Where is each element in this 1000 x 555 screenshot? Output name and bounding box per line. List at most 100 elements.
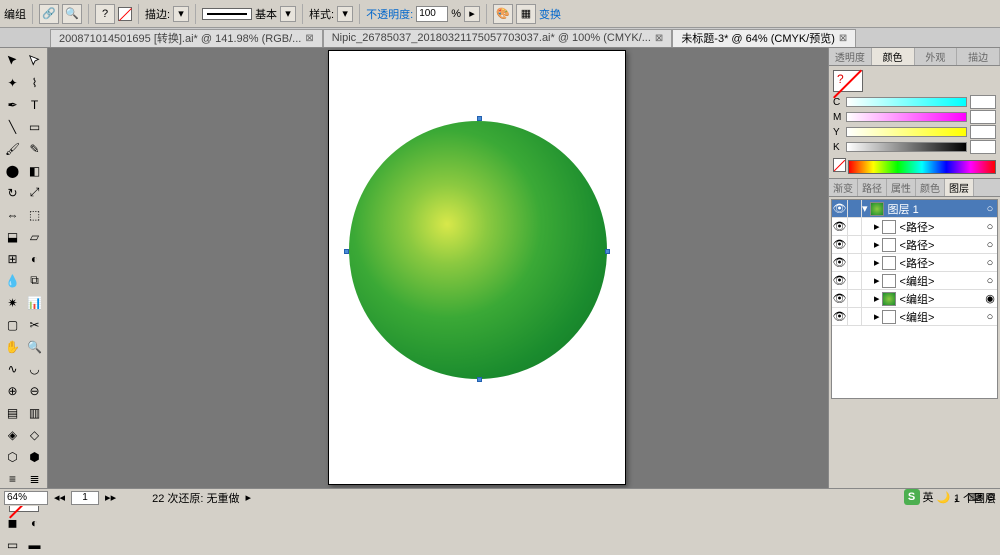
tab-color2[interactable]: 颜色 — [916, 179, 945, 196]
hand-tool[interactable]: ✋ — [2, 336, 23, 357]
target-icon[interactable]: ○ — [983, 239, 997, 251]
target-icon[interactable]: ○ — [983, 203, 997, 215]
visibility-icon[interactable]: 👁 — [832, 272, 848, 289]
tab-appearance[interactable]: 外观 — [915, 48, 958, 65]
tab-gradient[interactable]: 渐变 — [829, 179, 858, 196]
moon-icon[interactable]: 🌙 — [937, 491, 951, 504]
layer-name[interactable]: <编组> — [898, 309, 983, 325]
type-tool[interactable]: T — [24, 94, 45, 115]
misc-tool-5[interactable]: ◈ — [2, 424, 23, 445]
screen-mode-2[interactable]: ▬ — [24, 534, 45, 555]
tab-path[interactable]: 路径 — [858, 179, 887, 196]
doc-tab-2[interactable]: Nipic_26785037_20180321175057703037.ai* … — [323, 29, 673, 47]
slider-c[interactable] — [846, 97, 967, 107]
rotate-tool[interactable]: ↻ — [2, 182, 23, 203]
visibility-icon[interactable]: 👁 — [832, 254, 848, 271]
doc-tab-3[interactable]: 未标题-3* @ 64% (CMYK/预览)⊠ — [672, 29, 856, 47]
misc-tool-9[interactable]: ≡ — [2, 468, 23, 489]
misc-tool-3[interactable]: ▤ — [2, 402, 23, 423]
eraser-tool[interactable]: ◧ — [24, 160, 45, 181]
width-tool[interactable]: ⇔ — [2, 204, 23, 225]
close-icon[interactable]: ⊠ — [305, 33, 313, 44]
disclosure-icon[interactable]: ▸ — [874, 256, 880, 269]
direct-selection-tool[interactable] — [24, 50, 45, 71]
fill-swatch[interactable] — [833, 70, 863, 92]
style-dropdown[interactable]: ▾ — [337, 6, 353, 22]
symbol-sprayer-tool[interactable]: ✷ — [2, 292, 23, 313]
rectangle-tool[interactable]: ▭ — [24, 116, 45, 137]
opacity-input[interactable] — [416, 6, 448, 22]
nav-prev-icon[interactable]: ◂◂ — [54, 491, 65, 504]
paintbrush-tool[interactable]: 🖌 — [2, 138, 23, 159]
lasso-tool[interactable]: ⌇ — [24, 72, 45, 93]
misc-tool-1[interactable]: ⊕ — [2, 380, 23, 401]
mesh-tool[interactable]: ⊞ — [2, 248, 23, 269]
disclosure-icon[interactable]: ▸ — [874, 220, 880, 233]
pencil-tool[interactable]: ✎ — [24, 138, 45, 159]
target-icon[interactable]: ○ — [983, 257, 997, 269]
slider-y[interactable] — [846, 127, 967, 137]
slice-tool[interactable]: ✂ — [24, 314, 45, 335]
nav-arrow-icon[interactable]: ▸ — [246, 491, 252, 504]
perspective-tool[interactable]: ▱ — [24, 226, 45, 247]
target-icon[interactable]: ○ — [983, 221, 997, 233]
stroke-preview[interactable] — [202, 8, 252, 20]
layer-row[interactable]: 👁 ▸ <路径>○ — [832, 254, 997, 272]
shape-builder-tool[interactable]: ⬓ — [2, 226, 23, 247]
disclosure-icon[interactable]: ▾ — [862, 202, 868, 215]
disclosure-icon[interactable]: ▸ — [874, 274, 880, 287]
misc-tool-4[interactable]: ▥ — [24, 402, 45, 423]
misc-tool-10[interactable]: ≣ — [24, 468, 45, 489]
layer-row[interactable]: 👁▸<编组>○ — [832, 308, 997, 326]
search-icon[interactable]: 🔍 — [62, 4, 82, 24]
lock-col[interactable] — [848, 254, 862, 271]
screen-mode[interactable]: ▭ — [2, 534, 23, 555]
scale-tool[interactable]: ⤢ — [24, 182, 45, 203]
value-k[interactable] — [970, 140, 996, 154]
keyboard-icon[interactable]: ⌨ — [967, 491, 983, 504]
misc-tool-8[interactable]: ⬢ — [24, 446, 45, 467]
value-c[interactable] — [970, 95, 996, 109]
lock-col[interactable] — [848, 308, 862, 325]
layer-row[interactable]: 👁▸<路径>○ — [832, 236, 997, 254]
slider-k[interactable] — [846, 142, 967, 152]
pen-tool[interactable]: ✒ — [2, 94, 23, 115]
align-icon[interactable]: ▦ — [516, 4, 536, 24]
eyedropper-tool[interactable]: 💧 — [2, 270, 23, 291]
layer-row[interactable]: 👁 ▸ <编组>○ — [832, 272, 997, 290]
blob-brush-tool[interactable]: ⬤ — [2, 160, 23, 181]
ime-lang[interactable]: 英 — [923, 489, 934, 505]
layer-row[interactable]: 👁▾图层 1○ — [832, 200, 997, 218]
blend-tool[interactable]: ⧉ — [24, 270, 45, 291]
lock-col[interactable] — [848, 272, 862, 289]
gradient-mode[interactable]: ◐ — [24, 512, 45, 533]
lock-col[interactable] — [848, 200, 862, 217]
disclosure-icon[interactable]: ▸ — [874, 310, 880, 323]
link-icon[interactable]: 🔗 — [39, 4, 59, 24]
magic-wand-tool[interactable]: ✦ — [2, 72, 23, 93]
visibility-icon[interactable]: 👁 — [832, 308, 848, 325]
misc-tool-6[interactable]: ◇ — [24, 424, 45, 445]
sogou-icon[interactable]: S — [904, 489, 920, 505]
nav-next-icon[interactable]: ▸▸ — [105, 491, 116, 504]
layer-name[interactable]: <编组> — [898, 273, 983, 289]
opacity-dropdown[interactable]: ▸ — [464, 6, 480, 22]
layer-row[interactable]: 👁▸<编组>◉ — [832, 290, 997, 308]
lock-col[interactable] — [848, 236, 862, 253]
transform-link[interactable]: 变换 — [539, 6, 561, 22]
layer-name[interactable]: <编组> — [898, 291, 983, 307]
layer-row[interactable]: 👁▸<路径>○ — [832, 218, 997, 236]
tab-transparency[interactable]: 透明度 — [829, 48, 872, 65]
visibility-icon[interactable]: 👁 — [832, 290, 848, 307]
free-transform-tool[interactable]: ⬚ — [24, 204, 45, 225]
opacity-label[interactable]: 不透明度: — [366, 6, 413, 22]
graph-tool[interactable]: 📊 — [24, 292, 45, 313]
disclosure-icon[interactable]: ▸ — [874, 238, 880, 251]
zoom-tool[interactable]: 🔍 — [24, 336, 45, 357]
doc-tab-1[interactable]: 200871014501695 [转换].ai* @ 141.98% (RGB/… — [50, 29, 323, 47]
target-icon[interactable]: ○ — [983, 275, 997, 287]
layer-name[interactable]: 图层 1 — [886, 201, 983, 217]
value-m[interactable] — [970, 110, 996, 124]
layer-name[interactable]: <路径> — [898, 255, 983, 271]
curve-tool[interactable]: ∿ — [2, 358, 23, 379]
